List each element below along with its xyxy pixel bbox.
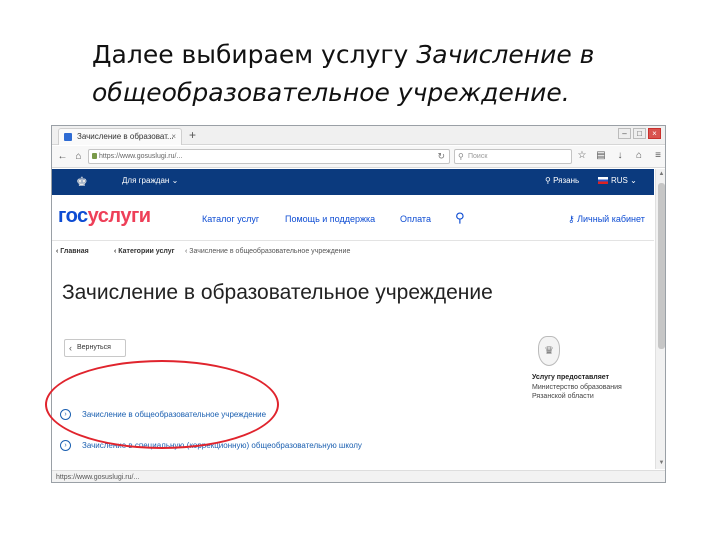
browser-search-input[interactable]: ⚲ Поиск <box>454 149 572 164</box>
favicon-icon <box>64 133 72 141</box>
scrollbar[interactable]: ▲ ▼ <box>655 169 665 469</box>
nav-help[interactable]: Помощь и поддержка <box>285 214 375 224</box>
home-icon[interactable]: ⌂ <box>72 150 85 163</box>
download-icon[interactable]: ↓ <box>614 150 626 162</box>
provider-title: Услугу предоставляет <box>532 374 610 381</box>
home-button-icon[interactable]: ⌂ <box>633 150 645 162</box>
coat-of-arms-icon: ♚ <box>76 174 88 189</box>
chevron-right-icon: › <box>60 409 71 421</box>
address-row: ← ⌂ https://www.gosuslugi.ru/... ↻ ⚲ Пои… <box>52 146 665 168</box>
browser-tab-bar: Зачисление в образоват... × + – □ × <box>52 126 665 145</box>
scroll-up-icon[interactable]: ▲ <box>657 170 665 179</box>
portal-header: госуслуги Каталог услуг Помощь и поддерж… <box>52 195 654 241</box>
nav-payment[interactable]: Оплата <box>400 214 431 224</box>
close-window-button[interactable]: × <box>648 128 661 139</box>
scroll-thumb[interactable] <box>658 183 665 349</box>
url-text: https://www.gosuslugi.ru/... <box>99 153 183 160</box>
lock-icon <box>92 153 97 159</box>
bookmarks-icon[interactable]: ▤ <box>595 150 607 162</box>
flag-icon <box>598 177 608 184</box>
provider-panel: ♛ Услугу предоставляет Министерство обра… <box>532 336 652 401</box>
chevron-right-icon: › <box>60 440 71 452</box>
tab-close-icon[interactable]: × <box>171 129 176 144</box>
back-button[interactable]: ‹ Вернуться <box>64 339 126 357</box>
nav-catalog[interactable]: Каталог услуг <box>202 214 259 224</box>
personal-cabinet-link[interactable]: ⚷ Личный кабинет <box>568 214 645 225</box>
breadcrumb-home[interactable]: ‹ Главная <box>56 248 89 255</box>
breadcrumb: ‹ Главная ‹ Категории услуг ‹ Зачисление… <box>52 246 654 262</box>
gosuslugi-logo[interactable]: госуслуги <box>58 205 151 228</box>
portal-top-bar: ♚ Для граждан ⌄ ⚲ Рязань RUS ⌄ <box>52 169 654 195</box>
tab-title: Зачисление в образоват... <box>77 132 174 141</box>
browser-tab[interactable]: Зачисление в образоват... × <box>58 128 182 145</box>
back-arrow-icon[interactable]: ← <box>56 150 69 163</box>
bookmark-star-icon[interactable]: ☆ <box>576 150 588 162</box>
breadcrumb-categories[interactable]: ‹ Категории услуг <box>114 248 175 255</box>
browser-toolbar: ☆ ▤ ↓ ⌂ ≡ <box>576 150 664 162</box>
browser-screenshot: Зачисление в образоват... × + – □ × ← ⌂ … <box>51 125 666 483</box>
provider-name: Министерство образования Рязанской облас… <box>532 384 622 400</box>
service-link-special-school[interactable]: › Зачисление в специальную (коррекционную… <box>60 439 362 453</box>
scroll-down-icon[interactable]: ▼ <box>657 459 665 468</box>
chevron-left-icon: ‹ <box>69 343 72 353</box>
citizen-menu[interactable]: Для граждан ⌄ <box>122 176 178 185</box>
status-bar: https://www.gosuslugi.ru/... <box>52 470 665 482</box>
coat-of-arms-icon: ♛ <box>538 336 560 366</box>
breadcrumb-current: ‹ Зачисление в общеобразовательное учреж… <box>185 248 351 255</box>
window-controls: – □ × <box>618 128 661 139</box>
maximize-button[interactable]: □ <box>633 128 646 139</box>
reload-icon[interactable]: ↻ <box>437 150 445 163</box>
menu-icon[interactable]: ≡ <box>652 150 664 162</box>
service-link-general-school[interactable]: › Зачисление в общеобразовательное учрежд… <box>60 408 266 422</box>
location-pin-icon: ⚲ <box>545 176 551 185</box>
location-selector[interactable]: ⚲ Рязань <box>545 176 579 185</box>
page-title: Зачисление в образовательное учреждение <box>62 281 493 304</box>
language-selector[interactable]: RUS ⌄ <box>598 176 637 185</box>
search-icon: ⚲ <box>458 152 464 161</box>
minimize-button[interactable]: – <box>618 128 631 139</box>
search-icon[interactable]: ⚲ <box>455 210 465 226</box>
browser-search-placeholder: Поиск <box>468 153 488 160</box>
slide-title: Далее выбираем услугу Зачисление в общео… <box>92 36 652 112</box>
slide-title-plain: Далее выбираем услугу <box>92 40 417 69</box>
new-tab-button[interactable]: + <box>189 128 196 142</box>
key-icon: ⚷ <box>568 214 575 224</box>
url-bar[interactable]: https://www.gosuslugi.ru/... ↻ <box>88 149 450 164</box>
